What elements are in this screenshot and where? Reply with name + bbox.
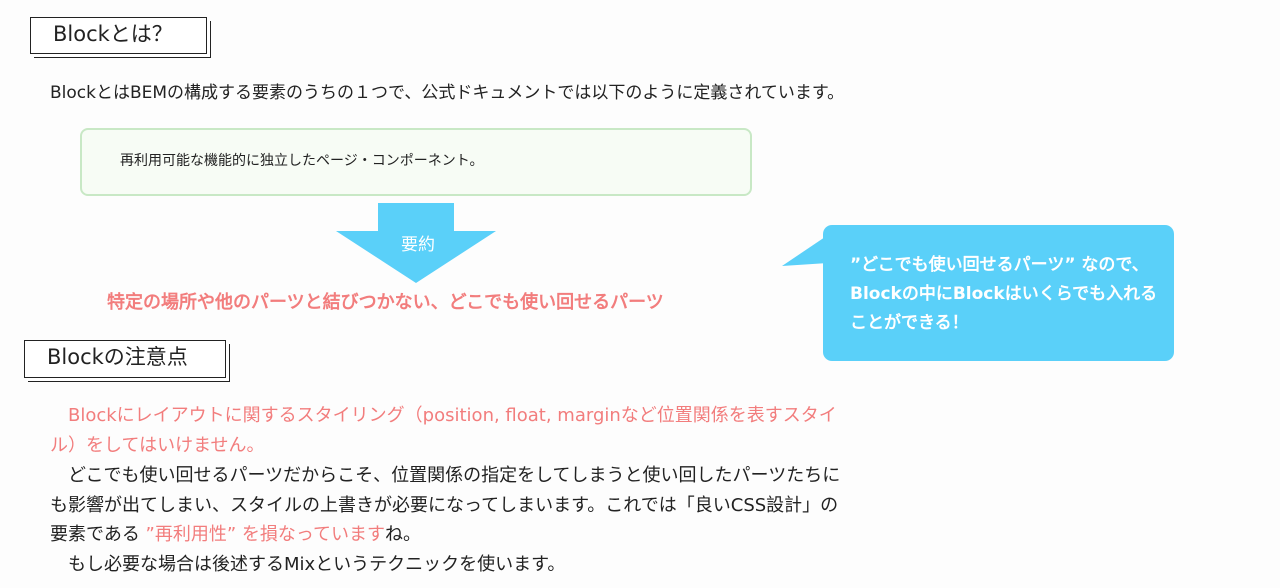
- caution-line-5-end: ね。: [385, 524, 422, 545]
- intro-text: BlockとはBEMの構成する要素のうちの１つで、公式ドキュメントでは以下のよう…: [50, 83, 845, 103]
- caution-line-3: どこでも使い回せるパーツだからこそ、位置関係の指定をしてしまうと使い回したパーツ…: [50, 465, 841, 486]
- arrow-label: 要約: [401, 235, 435, 255]
- definition-quote-box: 再利用可能な機能的に独立したページ・コンポーネント。: [80, 128, 752, 196]
- summary-text: 特定の場所や他のパーツと結びつかない、どこでも使い回せるパーツ: [107, 292, 664, 313]
- caution-line-5-start: 要素である: [50, 524, 140, 545]
- section-heading-caution: Blockの注意点: [24, 340, 226, 378]
- speech-bubble: ”どこでも使い回せるパーツ” なので、Blockの中にBlockはいくらでも入れ…: [823, 225, 1174, 361]
- section-heading-block: Blockとは？: [30, 17, 207, 54]
- caution-line-4: も影響が出てしまい、スタイルの上書きが必要になってしまいます。これでは「良いCS…: [50, 495, 839, 516]
- speech-bubble-text: ”どこでも使い回せるパーツ” なので、Blockの中にBlockはいくらでも入れ…: [850, 255, 1158, 333]
- caution-line-6: もし必要な場合は後述するMixというテクニックを使います。: [50, 554, 566, 575]
- caution-line-5: 要素である ”再利用性” を損なっていますね。: [50, 520, 950, 550]
- definition-quote-text: 再利用可能な機能的に独立したページ・コンポーネント。: [120, 153, 484, 169]
- caution-line-2: ル）をしてはいけません。: [50, 435, 265, 456]
- caution-line-1: Blockにレイアウトに関するスタイリング（position, float, m…: [50, 405, 837, 426]
- reusability-highlight: ”再利用性” を損なっています: [139, 524, 386, 545]
